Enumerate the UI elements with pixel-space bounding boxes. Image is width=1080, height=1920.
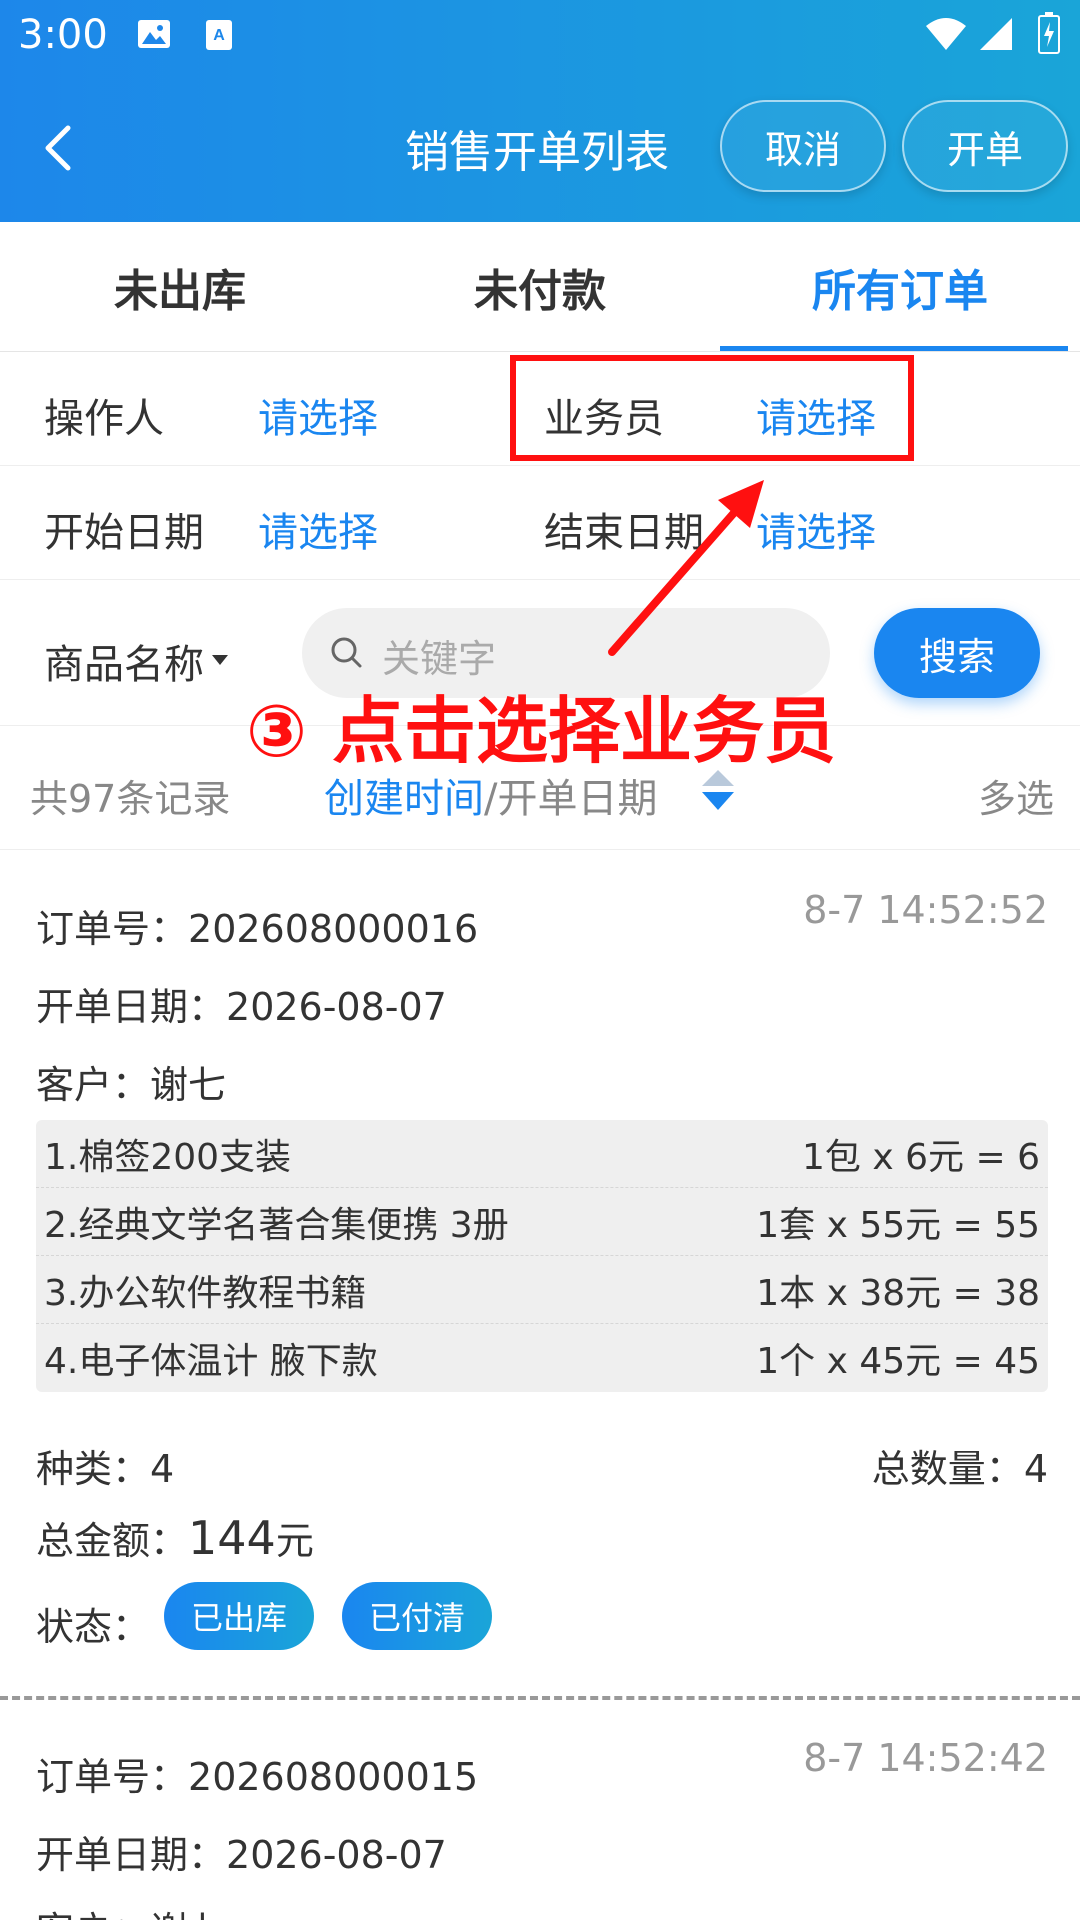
order-total-qty: 总数量：4 bbox=[871, 1447, 1048, 1491]
annotation-text: ③ 点击选择业务员 bbox=[246, 689, 837, 773]
list-item: 3.办公软件教程书籍 1本 x 38元 = 38 bbox=[36, 1256, 1048, 1324]
sort-created-time[interactable]: 创建时间 bbox=[324, 776, 484, 822]
operator-select[interactable]: 请选择 bbox=[258, 386, 378, 444]
order-customer: 客户：谢七 bbox=[36, 1900, 226, 1920]
image-notification-icon bbox=[138, 20, 170, 48]
tab-unpaid[interactable]: 未付款 bbox=[360, 222, 720, 351]
status-bar: 3:00 A bbox=[0, 0, 1080, 72]
back-arrow-icon[interactable] bbox=[30, 118, 90, 178]
start-date-select[interactable]: 请选择 bbox=[258, 500, 378, 558]
search-field-label: 商品名称 bbox=[44, 642, 204, 688]
list-item: 1.棉签200支装 1包 x 6元 = 6 bbox=[36, 1120, 1048, 1188]
tab-bar: 未出库 未付款 所有订单 bbox=[0, 222, 1080, 352]
app-header: 3:00 A 销售开单列表 取消 开单 bbox=[0, 0, 1080, 222]
order-date: 开单日期：2026-08-07 bbox=[36, 985, 447, 1029]
app-notification-icon: A bbox=[206, 20, 232, 50]
order-card[interactable]: 订单号：202608000015 8-7 14:52:42 开单日期：2026-… bbox=[0, 1700, 1080, 1920]
tab-all-orders[interactable]: 所有订单 bbox=[720, 222, 1080, 351]
order-created-time: 8-7 14:52:52 bbox=[803, 888, 1048, 932]
sort-separator: / bbox=[484, 776, 498, 822]
page-title: 销售开单列表 bbox=[405, 127, 669, 178]
order-number: 订单号：202608000016 bbox=[36, 907, 479, 951]
status-badge: 已付清 bbox=[342, 1582, 492, 1650]
battery-icon bbox=[1038, 12, 1060, 54]
order-number: 订单号：202608000015 bbox=[36, 1755, 479, 1799]
list-item: 4.电子体温计 腋下款 1个 x 45元 = 45 bbox=[44, 1341, 1040, 1382]
caret-down-icon bbox=[212, 655, 228, 665]
signal-icon bbox=[980, 18, 1012, 50]
status-badge: 已出库 bbox=[164, 1582, 314, 1650]
open-order-button[interactable]: 开单 bbox=[902, 100, 1068, 192]
multi-select-button[interactable]: 多选 bbox=[978, 768, 1054, 823]
order-customer: 客户：谢七 bbox=[36, 1063, 227, 1107]
order-total-amount: 总金额：144元 bbox=[36, 1511, 314, 1565]
operator-label: 操作人 bbox=[44, 396, 164, 442]
svg-text:A: A bbox=[213, 27, 225, 44]
start-date-label: 开始日期 bbox=[44, 510, 204, 556]
record-count: 共97条记录 bbox=[30, 777, 231, 821]
order-created-time: 8-7 14:52:42 bbox=[803, 1736, 1048, 1780]
order-items-list: 1.棉签200支装 1包 x 6元 = 6 2.经典文学名著合集便携 3册 1套 x… bbox=[36, 1120, 1048, 1392]
filter-row-dates: 开始日期 请选择 结束日期 请选择 bbox=[0, 466, 1080, 580]
cancel-button[interactable]: 取消 bbox=[720, 100, 886, 192]
order-date: 开单日期：2026-08-07 bbox=[36, 1833, 447, 1877]
list-item: 2.经典文学名著合集便携 3册 1套 x 55元 = 55 bbox=[36, 1188, 1048, 1256]
tab-not-shipped[interactable]: 未出库 bbox=[0, 222, 360, 351]
annotation-highlight-box bbox=[510, 355, 914, 461]
annotation-arrow-icon bbox=[608, 480, 764, 656]
status-time: 3:00 bbox=[18, 12, 108, 58]
wifi-icon bbox=[926, 18, 966, 50]
nav-bar: 销售开单列表 取消 开单 bbox=[0, 100, 1080, 192]
order-kinds: 种类：4 bbox=[36, 1447, 175, 1491]
search-field-dropdown[interactable]: 商品名称 bbox=[44, 632, 228, 690]
sort-order-date[interactable]: 开单日期 bbox=[497, 776, 657, 822]
search-button[interactable]: 搜索 bbox=[874, 608, 1040, 698]
search-icon bbox=[331, 637, 362, 668]
order-status-label: 状态： bbox=[36, 1605, 151, 1649]
